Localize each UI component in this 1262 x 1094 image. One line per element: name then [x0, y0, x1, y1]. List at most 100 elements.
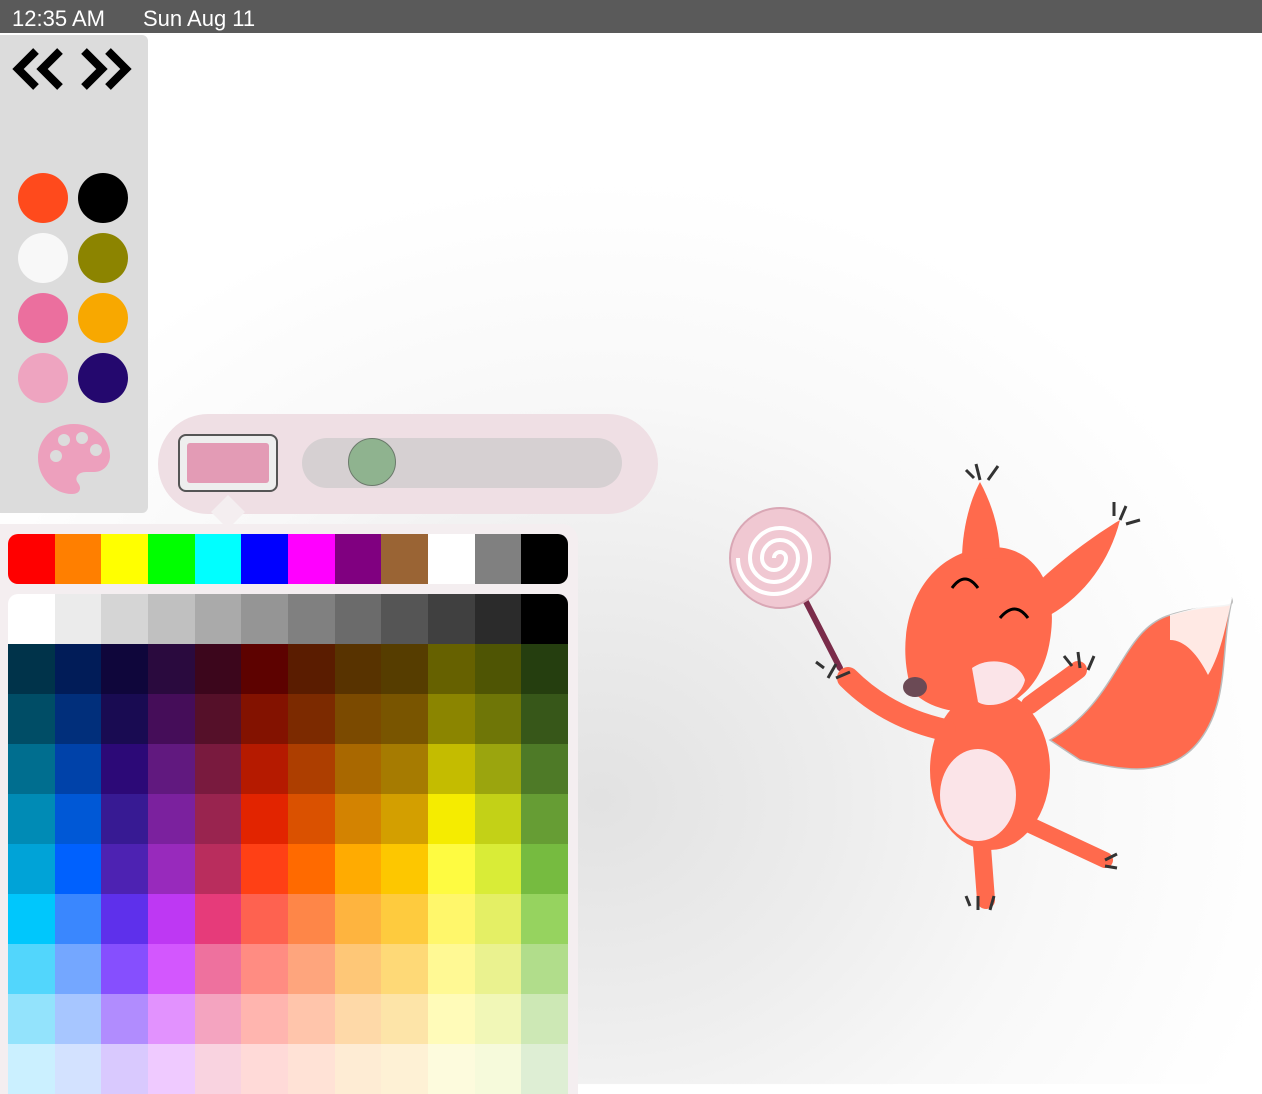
color-grid-cell[interactable] — [381, 694, 429, 744]
color-grid-cell[interactable] — [148, 994, 195, 1044]
color-swatch[interactable] — [78, 353, 128, 403]
palette-button[interactable] — [34, 420, 114, 500]
basic-color-cell[interactable] — [521, 534, 568, 584]
color-grid-cell[interactable] — [8, 844, 55, 894]
color-grid-cell[interactable] — [194, 894, 242, 944]
color-grid-cell[interactable] — [241, 644, 289, 694]
color-grid-cell[interactable] — [334, 594, 382, 644]
color-grid-cell[interactable] — [521, 694, 568, 744]
color-grid-cell[interactable] — [474, 894, 522, 944]
color-grid-cell[interactable] — [334, 1044, 382, 1094]
color-grid-cell[interactable] — [101, 994, 149, 1044]
color-grid-cell[interactable] — [54, 844, 102, 894]
basic-color-cell[interactable] — [54, 534, 102, 584]
color-swatch[interactable] — [78, 173, 128, 223]
color-grid-cell[interactable] — [148, 1044, 195, 1094]
color-grid-cell[interactable] — [381, 1044, 429, 1094]
basic-color-cell[interactable] — [148, 534, 195, 584]
color-grid-cell[interactable] — [288, 694, 335, 744]
color-grid-cell[interactable] — [8, 944, 55, 994]
basic-color-cell[interactable] — [381, 534, 429, 584]
color-grid-cell[interactable] — [8, 994, 55, 1044]
color-swatch[interactable] — [18, 173, 68, 223]
color-grid-cell[interactable] — [334, 694, 382, 744]
basic-color-cell[interactable] — [474, 534, 522, 584]
color-grid-cell[interactable] — [101, 844, 149, 894]
color-grid-cell[interactable] — [241, 994, 289, 1044]
color-grid-cell[interactable] — [288, 844, 335, 894]
color-grid-cell[interactable] — [521, 844, 568, 894]
color-grid-cell[interactable] — [148, 594, 195, 644]
color-grid-cell[interactable] — [241, 694, 289, 744]
color-grid-cell[interactable] — [148, 644, 195, 694]
color-swatch[interactable] — [78, 293, 128, 343]
color-grid-cell[interactable] — [334, 644, 382, 694]
color-grid-cell[interactable] — [54, 944, 102, 994]
brush-size-slider[interactable] — [302, 438, 622, 488]
color-grid-cell[interactable] — [381, 794, 429, 844]
color-grid-cell[interactable] — [101, 894, 149, 944]
color-grid-cell[interactable] — [194, 794, 242, 844]
color-grid-cell[interactable] — [334, 994, 382, 1044]
color-grid-cell[interactable] — [428, 594, 475, 644]
color-grid-cell[interactable] — [241, 944, 289, 994]
color-grid-cell[interactable] — [521, 944, 568, 994]
current-color-button[interactable] — [178, 434, 278, 492]
color-grid-cell[interactable] — [521, 644, 568, 694]
color-grid-cell[interactable] — [101, 1044, 149, 1094]
color-grid-cell[interactable] — [194, 644, 242, 694]
color-grid-cell[interactable] — [334, 944, 382, 994]
color-grid-cell[interactable] — [241, 744, 289, 794]
color-grid-cell[interactable] — [474, 1044, 522, 1094]
color-grid-cell[interactable] — [474, 594, 522, 644]
basic-color-cell[interactable] — [8, 534, 55, 584]
color-grid-cell[interactable] — [241, 844, 289, 894]
color-swatch[interactable] — [18, 233, 68, 283]
basic-color-cell[interactable] — [288, 534, 335, 584]
basic-color-cell[interactable] — [101, 534, 149, 584]
color-grid-cell[interactable] — [194, 744, 242, 794]
basic-color-cell[interactable] — [241, 534, 289, 584]
color-grid-cell[interactable] — [241, 794, 289, 844]
color-grid-cell[interactable] — [148, 844, 195, 894]
color-grid-cell[interactable] — [101, 644, 149, 694]
color-grid-cell[interactable] — [148, 944, 195, 994]
color-grid-cell[interactable] — [54, 1044, 102, 1094]
color-grid-cell[interactable] — [521, 894, 568, 944]
color-grid-cell[interactable] — [241, 594, 289, 644]
color-grid-cell[interactable] — [334, 894, 382, 944]
color-grid-cell[interactable] — [428, 794, 475, 844]
color-grid-cell[interactable] — [428, 744, 475, 794]
color-swatch[interactable] — [78, 233, 128, 283]
basic-color-cell[interactable] — [194, 534, 242, 584]
color-grid-cell[interactable] — [474, 794, 522, 844]
color-grid-cell[interactable] — [474, 944, 522, 994]
color-grid-cell[interactable] — [8, 794, 55, 844]
color-grid-cell[interactable] — [288, 894, 335, 944]
color-grid-cell[interactable] — [288, 944, 335, 994]
color-grid-cell[interactable] — [428, 844, 475, 894]
color-grid-cell[interactable] — [241, 1044, 289, 1094]
undo-button[interactable] — [8, 45, 68, 93]
color-grid-cell[interactable] — [8, 894, 55, 944]
color-grid-cell[interactable] — [148, 694, 195, 744]
color-grid-cell[interactable] — [381, 944, 429, 994]
color-swatch[interactable] — [18, 293, 68, 343]
color-grid-cell[interactable] — [54, 794, 102, 844]
basic-color-cell[interactable] — [428, 534, 475, 584]
color-grid-cell[interactable] — [101, 594, 149, 644]
color-grid-cell[interactable] — [194, 944, 242, 994]
color-grid-cell[interactable] — [148, 894, 195, 944]
color-swatch[interactable] — [18, 353, 68, 403]
color-grid-cell[interactable] — [381, 744, 429, 794]
color-grid-cell[interactable] — [381, 644, 429, 694]
color-grid-cell[interactable] — [54, 994, 102, 1044]
redo-button[interactable] — [76, 45, 136, 93]
color-grid-cell[interactable] — [428, 894, 475, 944]
color-grid-cell[interactable] — [334, 794, 382, 844]
color-grid-cell[interactable] — [381, 844, 429, 894]
color-grid-cell[interactable] — [148, 794, 195, 844]
color-grid-cell[interactable] — [194, 994, 242, 1044]
slider-thumb[interactable] — [348, 438, 396, 486]
color-grid-cell[interactable] — [8, 1044, 55, 1094]
